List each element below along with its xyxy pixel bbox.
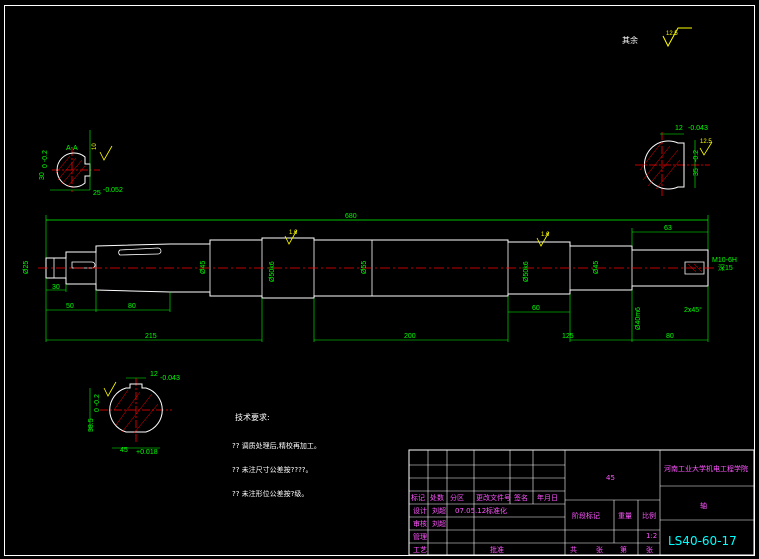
dim-d25: Ø25 bbox=[23, 261, 30, 274]
notes-title: 技术要求: bbox=[235, 412, 270, 422]
dim-d55: Ø55 bbox=[361, 261, 368, 274]
tb-material: 45 bbox=[606, 474, 615, 482]
roughness-note-value: 12.5 bbox=[666, 31, 678, 37]
roughness-note: 其余 12.5 bbox=[622, 27, 692, 48]
section-a-rough: 10 bbox=[92, 143, 98, 150]
tb-designer-label: 设计 bbox=[413, 506, 427, 515]
tb-date: 07.05.12 bbox=[455, 507, 486, 515]
section-bottom-width-tol: -0.043 bbox=[160, 375, 180, 382]
dim-d45a: Ø45 bbox=[200, 261, 207, 274]
dim-d40: Ø40m6 bbox=[635, 307, 642, 330]
dim-seg-63: 63 bbox=[664, 225, 672, 232]
section-right-depth: 35 bbox=[693, 168, 700, 176]
dim-seg-200: 200 bbox=[404, 333, 416, 340]
section-right-width: 12 bbox=[675, 125, 683, 132]
tb-drawing-no: LS40-60-17 bbox=[668, 534, 737, 548]
tb-school: 河南工业大学机电工程学院 bbox=[664, 464, 748, 473]
dim-thread: M10-6H bbox=[712, 257, 737, 264]
tb-checker: 刘超 bbox=[432, 519, 446, 528]
dim-seg-125: 125 bbox=[562, 333, 574, 340]
dim-chamfer: 2x45° bbox=[684, 306, 702, 314]
section-bottom-depth: 38.5 bbox=[88, 418, 95, 432]
tb-craft-label: 工艺 bbox=[413, 546, 427, 554]
dim-overall: 680 bbox=[345, 213, 357, 220]
tb-hdr-2: 分区 bbox=[450, 493, 464, 502]
section-view-right: 12 -0.043 35 -0.2 12.5 bbox=[635, 125, 712, 198]
tb-sheet-unit2: 张 bbox=[646, 545, 653, 554]
roughness-symbol-icon bbox=[99, 145, 113, 161]
tb-sheet-total: 共 bbox=[570, 545, 577, 554]
section-right-width-tol: -0.043 bbox=[688, 125, 708, 132]
tb-hdr-5: 年月日 bbox=[537, 493, 558, 502]
dim-seg-60: 60 bbox=[532, 305, 540, 312]
section-a-width-tol: -0.052 bbox=[103, 187, 123, 194]
roughness-note-label: 其余 bbox=[622, 35, 638, 45]
tb-designer: 刘超 bbox=[432, 506, 446, 515]
dim-seg-215: 215 bbox=[145, 333, 157, 340]
tb-mgmt-label: 管理 bbox=[413, 532, 427, 541]
roughness-symbol-icon bbox=[103, 381, 117, 397]
dim-seg-80: 80 bbox=[128, 303, 136, 310]
tb-hdr-3: 更改文件号 bbox=[476, 493, 511, 502]
tb-standard-label: 标准化 bbox=[486, 506, 507, 515]
section-bottom-dia: 45 bbox=[120, 447, 128, 454]
tb-sheet-unit: 张 bbox=[596, 545, 603, 554]
tb-check-label: 审核 bbox=[413, 519, 427, 528]
section-bottom-dia-tol: +0.018 bbox=[136, 449, 158, 456]
dim-thread-depth: 深15 bbox=[718, 263, 733, 272]
tb-hdr-0: 标记 bbox=[411, 493, 425, 502]
dim-seg-30: 30 bbox=[52, 284, 60, 291]
tb-stage-label: 阶段标记 bbox=[572, 511, 600, 520]
drawing-frame bbox=[4, 5, 755, 556]
tb-approve-label: 批准 bbox=[490, 545, 504, 554]
title-block: 45 河南工业大学机电工程学院 轴 LS40-60-17 标记 处数 分区 更改… bbox=[408, 449, 755, 556]
notes-line-2: ?? 未注尺寸公差按????。 bbox=[232, 465, 313, 474]
section-a-depth-tol: 0 -0.2 bbox=[42, 150, 49, 168]
section-view-bottom: 12 -0.043 38.5 0 -0.2 45 +0.018 bbox=[88, 371, 180, 456]
dim-seg-50: 50 bbox=[66, 303, 74, 310]
tb-hdr-4: 签名 bbox=[514, 493, 528, 502]
tb-weight-label: 重量 bbox=[618, 512, 632, 520]
section-bottom-width: 12 bbox=[150, 371, 158, 378]
tb-hdr-1: 处数 bbox=[430, 493, 444, 502]
shaft-main-view: 680 Ø25 Ø45 Ø50k6 Ø55 Ø50k6 Ø45 Ø40m6 M1… bbox=[23, 213, 737, 342]
technical-notes: 技术要求: ?? 调质处理后,精校再加工。 ?? 未注尺寸公差按????。 ??… bbox=[232, 412, 321, 498]
dim-d45b: Ø45 bbox=[593, 261, 600, 274]
notes-line-3: ?? 未注形位公差按?级。 bbox=[232, 489, 308, 498]
engineering-drawing: 其余 12.5 A-A 25 -0.052 30 0 -0.2 10 12 -0… bbox=[4, 5, 755, 556]
tb-scale: 1:2 bbox=[646, 532, 657, 540]
dim-seg-80b: 80 bbox=[666, 333, 674, 340]
tb-sheet-no: 第 bbox=[620, 545, 627, 554]
section-view-a: A-A 25 -0.052 30 0 -0.2 10 bbox=[39, 130, 123, 197]
dim-d50: Ø50k6 bbox=[269, 261, 276, 282]
tb-ratio-label: 比例 bbox=[642, 511, 656, 520]
section-a-depth: 30 bbox=[39, 172, 46, 180]
dim-d50b: Ø50k6 bbox=[523, 261, 530, 282]
tb-part-name: 轴 bbox=[700, 501, 707, 510]
section-a-width: 25 bbox=[93, 190, 101, 197]
section-bottom-depth-tol: 0 -0.2 bbox=[94, 394, 101, 412]
section-right-depth-tol: -0.2 bbox=[693, 150, 700, 162]
notes-line-1: ?? 调质处理后,精校再加工。 bbox=[232, 441, 321, 450]
